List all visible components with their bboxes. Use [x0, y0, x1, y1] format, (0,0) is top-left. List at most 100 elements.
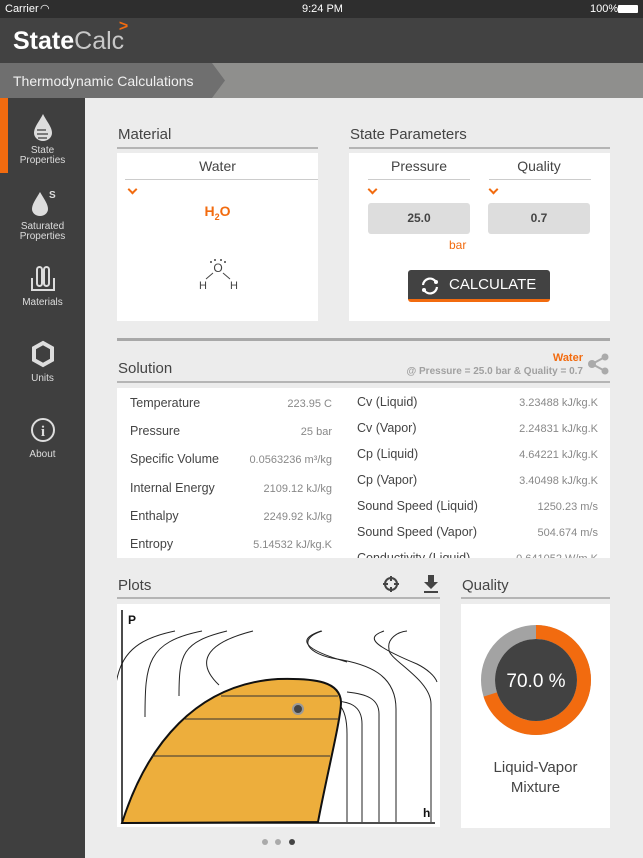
property-label: Sound Speed (Liquid) — [357, 499, 478, 513]
sidebar-item-materials[interactable]: Materials — [0, 264, 85, 339]
gear-icon — [31, 340, 54, 368]
test-tubes-icon — [30, 266, 55, 291]
state-parameters-title: State Parameters — [350, 126, 467, 143]
sidebar-item-about[interactable]: i About — [0, 416, 85, 491]
logo-chevron-icon: > — [118, 18, 129, 35]
property-label: Conductivity (Liquid) — [357, 551, 471, 558]
svg-text:i: i — [40, 424, 44, 440]
clock: 9:24 PM — [302, 3, 343, 15]
sidebar-item-saturated-properties[interactable]: S Saturated Properties — [0, 188, 85, 263]
param1-dropdown-chevron-icon[interactable] — [367, 184, 378, 195]
page-dot-active[interactable] — [289, 839, 295, 845]
svg-text:H: H — [199, 280, 207, 292]
molecule-structure-icon: O H H — [199, 259, 238, 292]
plots-title: Plots — [118, 577, 152, 594]
property-value: 3.23488 kJ/kg.K — [519, 397, 598, 409]
property-label: Cp (Liquid) — [357, 447, 419, 461]
y-axis-label: P — [128, 613, 136, 627]
solution-material: Water — [552, 352, 583, 364]
divider — [117, 381, 610, 383]
page-dot[interactable] — [262, 839, 268, 845]
pressure-unit[interactable]: bar — [449, 238, 466, 252]
phase-label: Liquid-Vapor Mixture — [493, 759, 578, 796]
saturation-dome — [120, 677, 343, 825]
sidebar-label: Properties — [19, 231, 66, 242]
saturated-drop-icon: S — [31, 190, 56, 216]
material-dropdown-chevron-icon[interactable] — [127, 184, 138, 195]
sidebar-label: Units — [31, 373, 54, 384]
param2-label: Quality — [517, 158, 561, 174]
sidebar-item-units[interactable]: Units — [0, 340, 85, 415]
property-value: 5.14532 kJ/kg.K — [253, 539, 332, 551]
property-label: Specific Volume — [130, 452, 219, 467]
property-value: 504.674 m/s — [537, 527, 598, 539]
property-value: 223.95 C — [287, 398, 332, 410]
property-label: Enthalpy — [130, 508, 179, 523]
status-bar: Carrier ◠ 9:24 PM 100% — [0, 0, 643, 18]
divider — [117, 597, 440, 599]
property-value: 2.24831 kJ/kg.K — [519, 423, 598, 435]
svg-text:O: O — [213, 261, 222, 275]
property-label: Temperature — [130, 396, 201, 410]
solution-table[interactable]: Temperature 223.95 C Pressure 25 bar Specifi… — [117, 388, 610, 558]
sidebar-label: Materials — [22, 297, 63, 308]
solution-title: Solution — [118, 360, 173, 377]
solution-condition: @ Pressure = 25.0 bar & Quality = 0.7 — [406, 366, 583, 377]
quality-donut: 70.0 % — [481, 625, 591, 735]
divider — [349, 147, 610, 149]
ph-diagram[interactable]: P h — [112, 604, 440, 827]
property-label: Cp (Vapor) — [357, 473, 418, 487]
property-value: 4.64221 kJ/kg.K — [519, 449, 598, 461]
param1-label: Pressure — [390, 158, 448, 174]
property-value: 2249.92 kJ/kg — [263, 510, 333, 523]
property-value: 1250.23 m/s — [537, 501, 598, 513]
quality-input[interactable]: 0.7 — [488, 203, 590, 234]
material-formula: H2O — [204, 203, 231, 222]
app-logo: StateCalc > — [13, 18, 129, 55]
property-label: Pressure — [130, 424, 181, 439]
material-card[interactable]: Water H2O O H H — [117, 153, 318, 321]
wifi-icon: ◠ — [40, 3, 50, 15]
material-title: Material — [118, 126, 172, 143]
divider — [117, 338, 610, 341]
drop-icon — [33, 114, 52, 141]
breadcrumb: Thermodynamic Calculations — [0, 63, 643, 98]
quality-title: Quality — [462, 577, 509, 594]
pressure-input[interactable]: 25.0 — [368, 203, 470, 234]
property-value: 25 bar — [300, 426, 332, 439]
share-icon[interactable] — [587, 352, 611, 376]
property-label: Entropy — [130, 537, 174, 551]
property-value: 3.40498 kJ/kg.K — [519, 475, 598, 487]
state-point[interactable] — [292, 703, 304, 715]
refresh-icon — [421, 277, 439, 295]
state-parameters-card: Pressure Quality 25.0 0.7 bar CALCULATE — [349, 153, 610, 321]
download-icon[interactable] — [422, 574, 440, 594]
svg-text:H: H — [230, 280, 238, 292]
carrier: Carrier — [5, 3, 39, 15]
quality-percent: 70.0 % — [506, 671, 565, 692]
calculate-button[interactable]: CALCULATE — [408, 270, 550, 302]
page-dot[interactable] — [275, 839, 281, 845]
property-value: 2109.12 kJ/kg — [263, 482, 333, 495]
divider — [117, 147, 318, 149]
sidebar-item-state-properties[interactable]: State Properties — [0, 112, 85, 187]
divider — [461, 597, 610, 599]
material-name: Water — [199, 158, 236, 174]
sidebar-label: Properties — [19, 155, 66, 166]
x-axis-label: h — [423, 806, 430, 820]
property-value: 0.641052 W/m.K — [516, 553, 598, 558]
info-icon: i — [30, 418, 55, 442]
svg-text:S: S — [49, 190, 56, 201]
property-label: Internal Energy — [130, 480, 215, 495]
battery-icon — [618, 5, 638, 13]
sidebar: State Properties S Saturated Properties Ma… — [0, 98, 85, 858]
battery-text: 100% — [590, 3, 619, 15]
param2-dropdown-chevron-icon[interactable] — [488, 184, 499, 195]
property-label: Cv (Liquid) — [357, 395, 418, 409]
crosshair-icon[interactable] — [382, 575, 400, 593]
quality-card: 70.0 % Liquid-Vapor Mixture — [461, 604, 610, 828]
sidebar-label: About — [29, 449, 56, 460]
property-label: Cv (Vapor) — [357, 421, 417, 435]
breadcrumb-item[interactable]: Thermodynamic Calculations — [13, 73, 194, 89]
property-label: Sound Speed (Vapor) — [357, 525, 477, 539]
